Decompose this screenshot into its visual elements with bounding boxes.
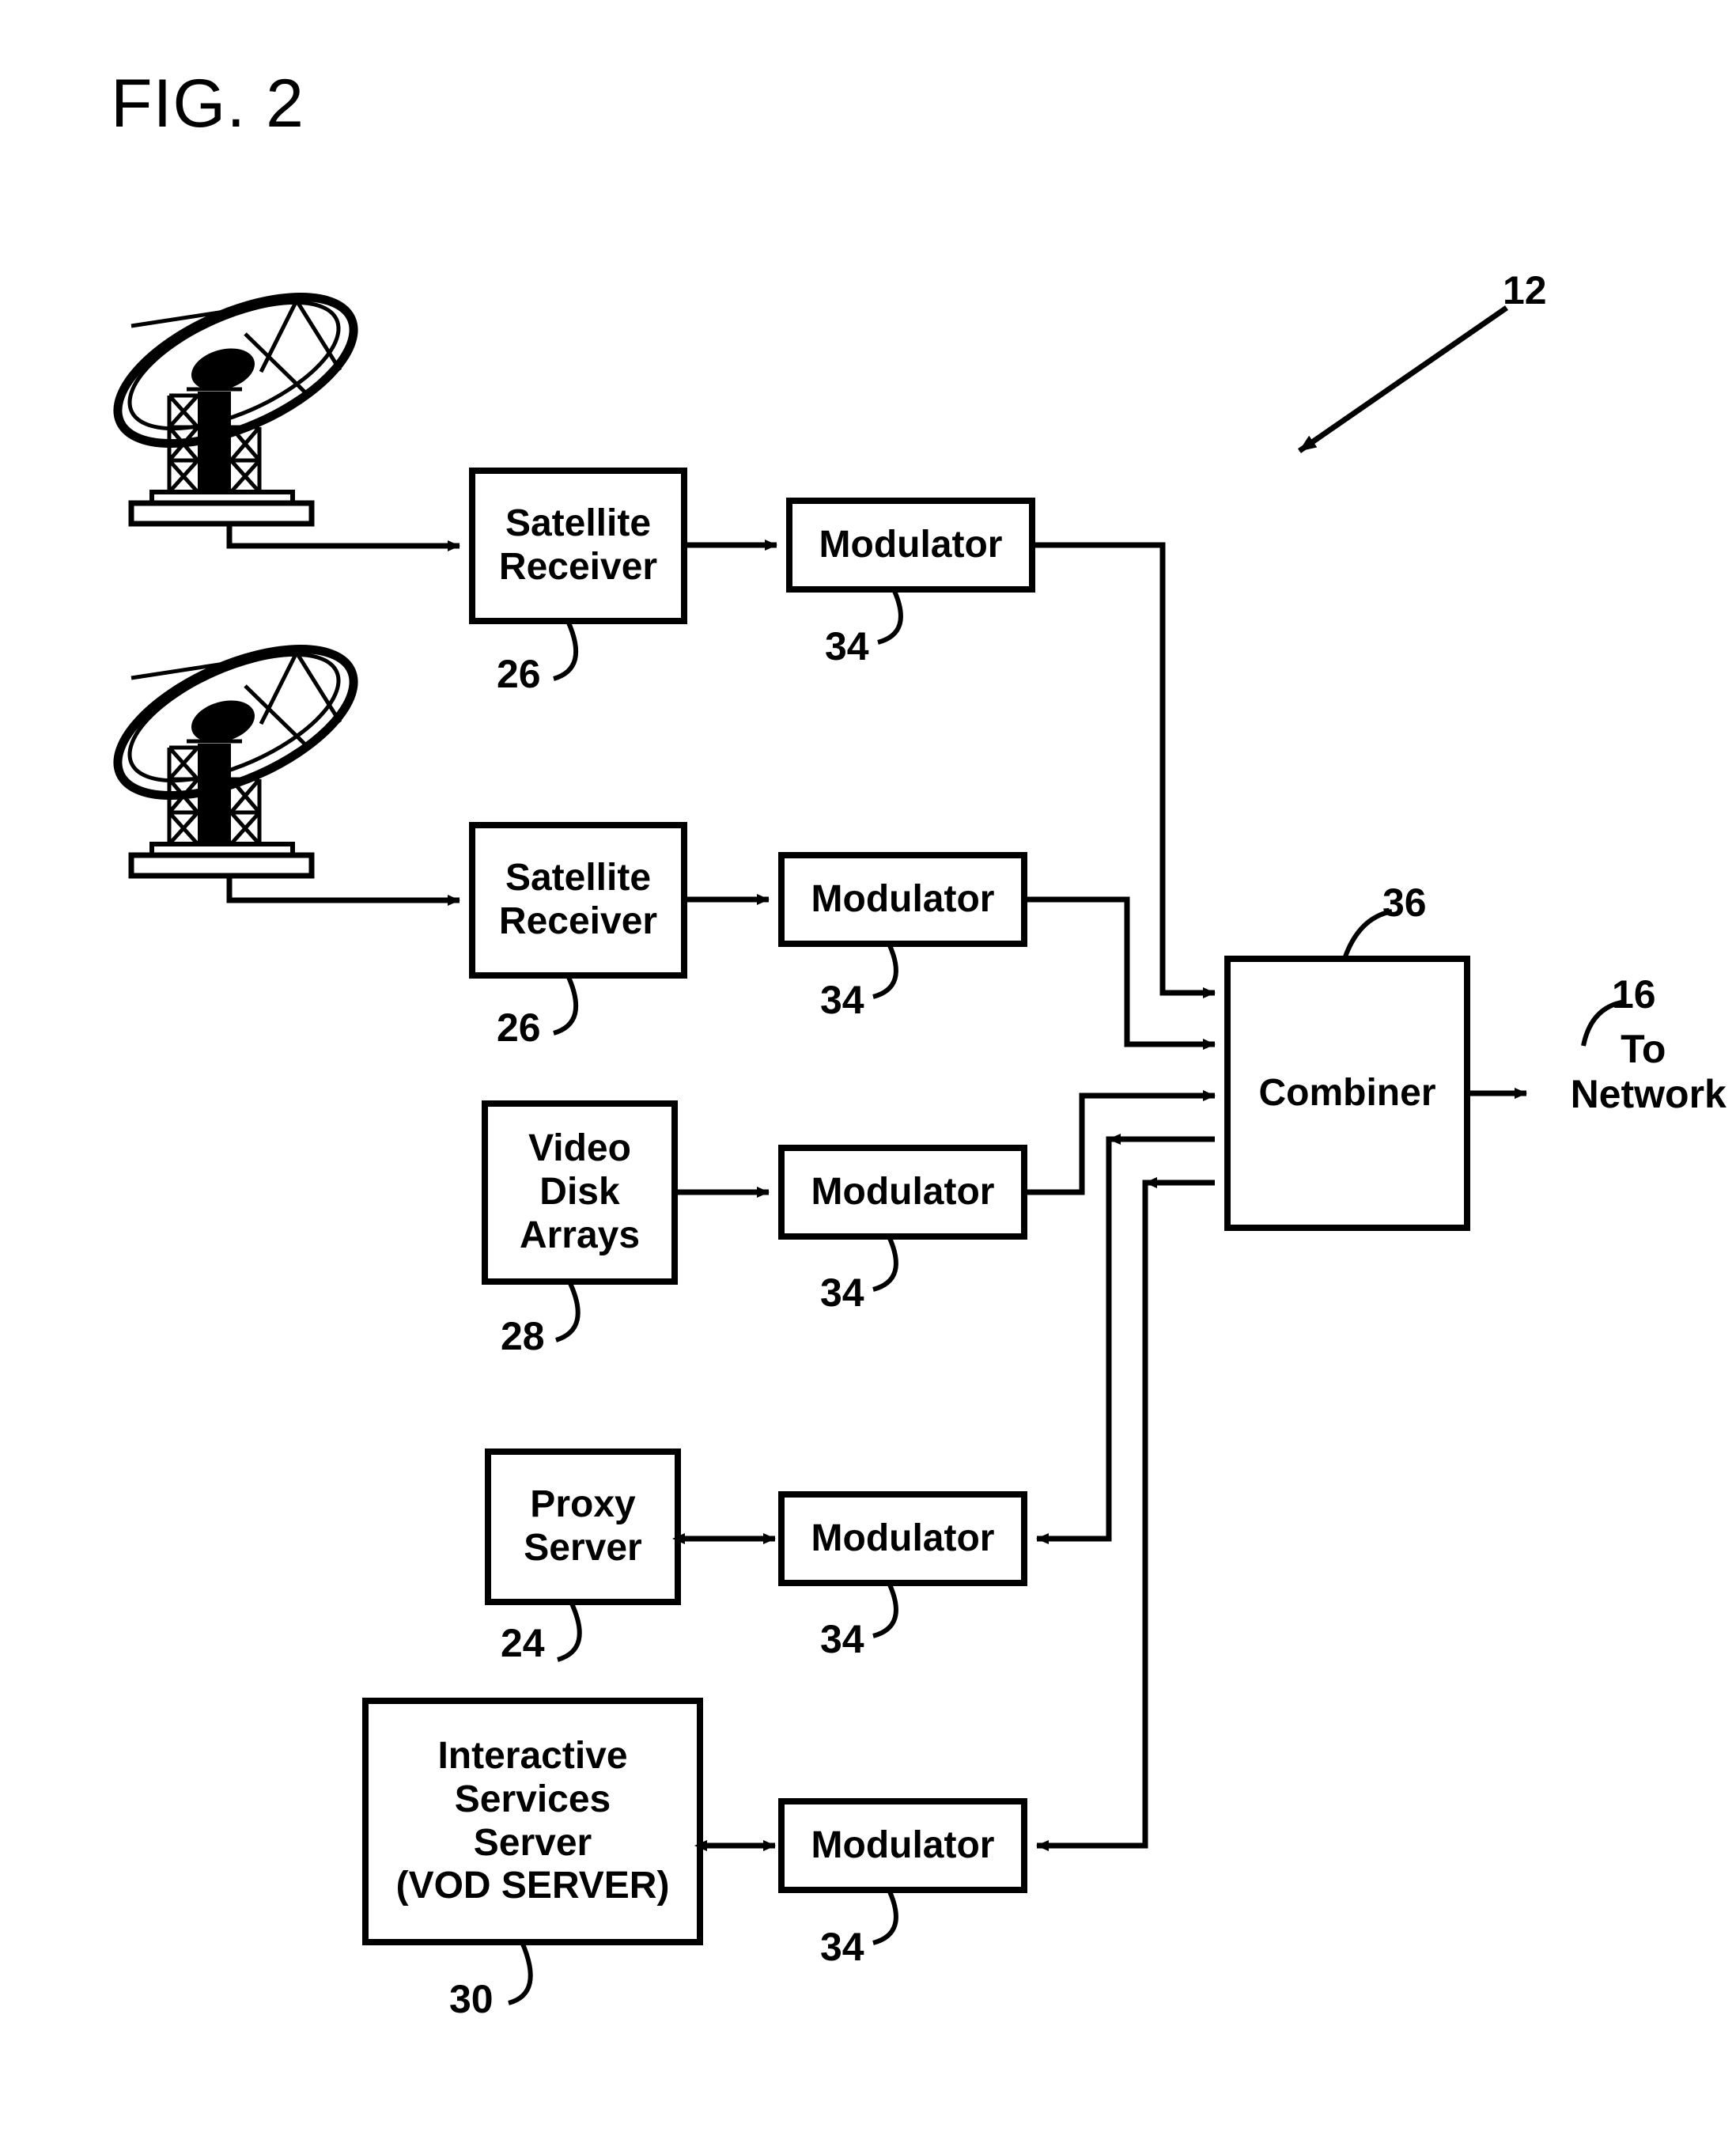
reference-numeral-12: 12	[1503, 268, 1547, 312]
modulator-box	[778, 1491, 1027, 1586]
modulator-box	[778, 852, 1027, 947]
label-line: To	[1621, 1026, 1666, 1071]
satellite-receiver-box	[469, 822, 687, 979]
leader-34-d	[872, 1581, 898, 1638]
leader-30	[508, 1941, 533, 2005]
satellite-dish-icon	[113, 292, 358, 527]
reference-numeral-16: 16	[1612, 972, 1656, 1017]
leader-34-c	[872, 1235, 898, 1292]
modulator-box	[778, 1145, 1027, 1240]
modulator3-to-combiner-line	[1024, 1090, 1216, 1195]
satellite-dish-icon	[113, 644, 358, 879]
combiner-to-modulator5-line	[1036, 1180, 1215, 1851]
combiner-to-modulator4-line	[1036, 1136, 1215, 1544]
leader-28	[555, 1280, 581, 1342]
modulator-box	[786, 498, 1035, 593]
reference-numeral-26: 26	[497, 652, 541, 696]
reference-numeral-30: 30	[449, 1977, 494, 2021]
system-ref-12-arrow	[1298, 305, 1508, 453]
dish2-to-receiver-line	[226, 876, 460, 906]
modulator2-to-combiner-line	[1024, 896, 1216, 1050]
reference-numeral-34: 34	[825, 624, 869, 668]
label-line: Network	[1570, 1072, 1727, 1116]
reference-numeral-36: 36	[1382, 880, 1427, 925]
leader-26-b	[553, 974, 579, 1036]
dish1-to-receiver-line	[226, 524, 460, 551]
reference-numeral-24: 24	[501, 1621, 545, 1665]
leader-34-e	[872, 1888, 898, 1945]
patent-figure: FIG. 2 Satellite Receiver Modulator Sate…	[0, 0, 1736, 2132]
leader-24	[557, 1600, 582, 1662]
reference-numeral-34: 34	[820, 1617, 864, 1661]
interactive-services-server-box	[362, 1698, 703, 1945]
reference-numeral-26: 26	[497, 1005, 541, 1050]
satellite-receiver-box	[469, 468, 687, 624]
combiner-box	[1224, 956, 1470, 1231]
reference-numeral-34: 34	[820, 978, 864, 1022]
leader-26-a	[553, 619, 579, 681]
video-disk-arrays-box	[482, 1100, 678, 1285]
reference-numeral-28: 28	[501, 1314, 545, 1358]
proxy-server-box	[485, 1448, 681, 1605]
reference-numeral-34: 34	[820, 1270, 864, 1315]
modulator1-to-combiner-line	[1032, 542, 1216, 998]
leader-34-b	[872, 942, 898, 999]
modulator-box	[778, 1798, 1027, 1893]
reference-numeral-34: 34	[820, 1925, 864, 1969]
leader-34-a	[877, 588, 903, 645]
diagram-canvas	[113, 292, 1627, 2005]
